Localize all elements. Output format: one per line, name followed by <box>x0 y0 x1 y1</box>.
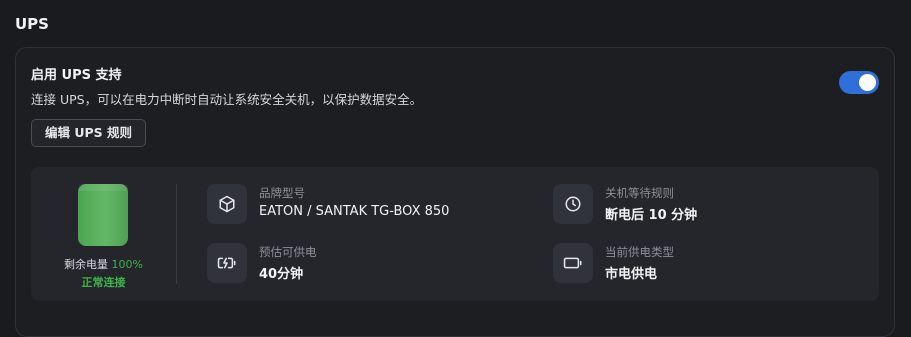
enable-ups-description: 连接 UPS，可以在电力中断时自动让系统安全关机，以保护数据安全。 <box>31 92 423 107</box>
battery-level-indicator <box>78 184 128 246</box>
shutdown-rule-value: 断电后 10 分钟 <box>605 208 698 223</box>
battery-icon <box>553 243 593 283</box>
clock-icon <box>553 184 593 224</box>
ups-status-panel: 剩余电量 100% 正常连接 品牌型号 EATON / SANTAK TG-BO… <box>31 167 879 301</box>
box-icon <box>207 184 247 224</box>
battery-remaining-label: 剩余电量 100% <box>31 256 176 272</box>
enable-ups-title: 启用 UPS 支持 <box>31 68 122 83</box>
power-type-value: 市电供电 <box>605 267 658 282</box>
divider <box>176 184 177 284</box>
battery-highlight <box>78 184 128 191</box>
enable-ups-toggle[interactable] <box>839 71 879 94</box>
battery-remaining-text: 剩余电量 <box>64 258 109 271</box>
runtime-value: 40分钟 <box>259 267 304 282</box>
power-type-label: 当前供电类型 <box>605 245 674 259</box>
shutdown-rule-label: 关机等待规则 <box>605 186 674 200</box>
ups-card: 启用 UPS 支持 连接 UPS，可以在电力中断时自动让系统安全关机，以保护数据… <box>15 47 895 337</box>
brand-value: EATON / SANTAK TG-BOX 850 <box>259 204 450 219</box>
edit-ups-rules-button[interactable]: 编辑 UPS 规则 <box>31 119 147 147</box>
battery-charging-icon <box>207 243 247 283</box>
battery-percent: 100% <box>111 258 143 271</box>
section-title: UPS <box>15 15 49 33</box>
toggle-knob <box>859 74 876 91</box>
runtime-label: 预估可供电 <box>259 245 317 259</box>
battery-column: 剩余电量 100% 正常连接 <box>31 167 176 301</box>
brand-label: 品牌型号 <box>259 186 305 200</box>
connection-status: 正常连接 <box>81 276 126 289</box>
